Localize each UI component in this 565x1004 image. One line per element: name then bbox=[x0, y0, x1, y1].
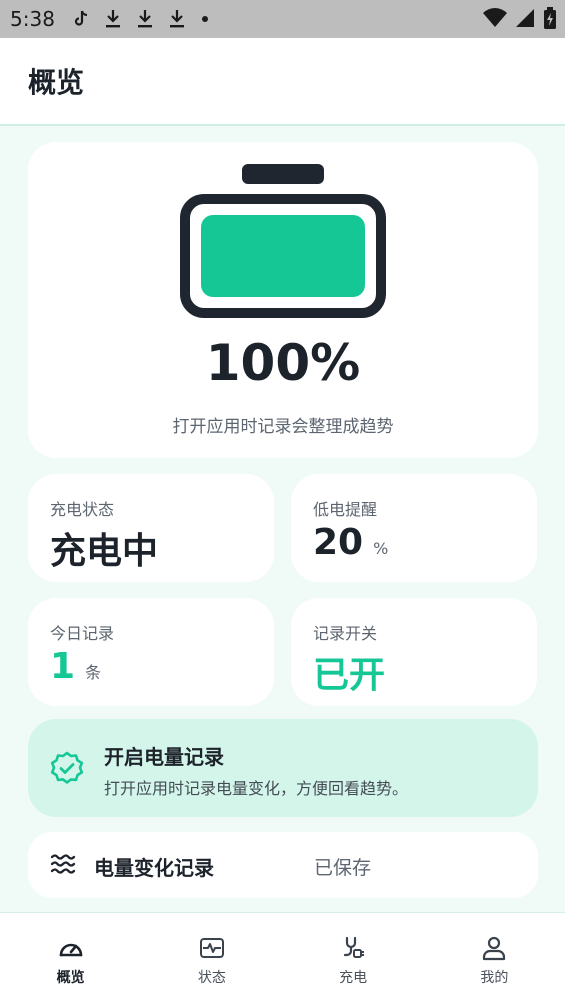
nav-item-charging[interactable]: 充电 bbox=[283, 913, 424, 1004]
tiktok-icon bbox=[74, 10, 87, 26]
banner-description: 打开应用时记录电量变化，方便回看趋势。 bbox=[104, 779, 409, 798]
download-icon bbox=[169, 10, 184, 28]
today-records-label: 今日记录 bbox=[50, 624, 115, 643]
battery-hint: 打开应用时记录会整理成趋势 bbox=[172, 417, 394, 437]
status-time: 5:38 bbox=[10, 7, 55, 31]
system-icons bbox=[483, 7, 557, 29]
enable-record-banner[interactable]: 开启电量记录 打开应用时记录电量变化，方便回看趋势。 bbox=[28, 719, 538, 817]
page-title: 概览 bbox=[28, 66, 85, 99]
record-switch-label: 记录开关 bbox=[313, 624, 378, 643]
wifi-icon bbox=[483, 8, 507, 27]
charge-status-label: 充电状态 bbox=[50, 500, 115, 519]
nav-item-profile[interactable]: 我的 bbox=[424, 913, 565, 1004]
battery-level-fill bbox=[201, 215, 365, 297]
status-bar: 5:38 bbox=[0, 0, 565, 38]
today-records-number: 1 bbox=[50, 646, 76, 687]
bottom-nav: 概览 状态 充电 我的 bbox=[0, 912, 565, 1004]
today-records-card: 今日记录 1 条 bbox=[28, 598, 274, 706]
today-records-value: 1 条 bbox=[50, 646, 101, 687]
pulse-icon bbox=[199, 938, 224, 958]
battery-history-row[interactable]: 电量变化记录 已保存 bbox=[28, 832, 538, 898]
verified-check-icon bbox=[50, 751, 84, 784]
record-switch-text: 已开 bbox=[313, 655, 386, 696]
waves-icon bbox=[50, 854, 76, 874]
low-alert-number: 20 bbox=[313, 522, 364, 563]
nav-item-overview[interactable]: 概览 bbox=[0, 913, 141, 1004]
app-bar: 概览 bbox=[0, 38, 565, 126]
low-alert-value: 20 % bbox=[313, 522, 388, 563]
record-switch-card[interactable]: 记录开关 已开 bbox=[291, 598, 537, 706]
battery-charging-icon bbox=[544, 7, 556, 29]
plug-icon bbox=[344, 936, 365, 958]
low-alert-card[interactable]: 低电提醒 20 % bbox=[291, 474, 537, 582]
download-icon bbox=[137, 10, 152, 28]
battery-history-status: 已保存 bbox=[314, 857, 372, 879]
low-alert-unit: % bbox=[373, 539, 389, 558]
nav-label-profile: 我的 bbox=[480, 970, 509, 986]
nav-label-charging: 充电 bbox=[339, 970, 368, 986]
gauge-icon bbox=[59, 943, 82, 957]
notification-icons bbox=[73, 9, 209, 29]
download-icon bbox=[105, 10, 120, 28]
low-alert-label: 低电提醒 bbox=[313, 500, 378, 519]
battery-history-title: 电量变化记录 bbox=[94, 856, 214, 880]
charge-status-text: 充电中 bbox=[50, 531, 159, 572]
charge-status-value: 充电中 bbox=[50, 522, 158, 574]
today-records-unit: 条 bbox=[85, 663, 102, 682]
battery-icon bbox=[180, 194, 386, 318]
nav-label-status: 状态 bbox=[197, 970, 226, 986]
record-switch-value: 已开 bbox=[313, 646, 385, 698]
dot-icon bbox=[201, 16, 208, 22]
battery-percent: 100% bbox=[205, 334, 361, 392]
battery-card: 100% 打开应用时记录会整理成趋势 bbox=[28, 142, 538, 458]
nav-label-overview: 概览 bbox=[56, 970, 85, 986]
charge-status-card: 充电状态 充电中 bbox=[28, 474, 274, 582]
person-icon bbox=[483, 936, 506, 961]
banner-title: 开启电量记录 bbox=[104, 745, 224, 769]
signal-icon bbox=[516, 9, 534, 27]
nav-item-status[interactable]: 状态 bbox=[141, 913, 282, 1004]
battery-terminal bbox=[242, 164, 324, 184]
